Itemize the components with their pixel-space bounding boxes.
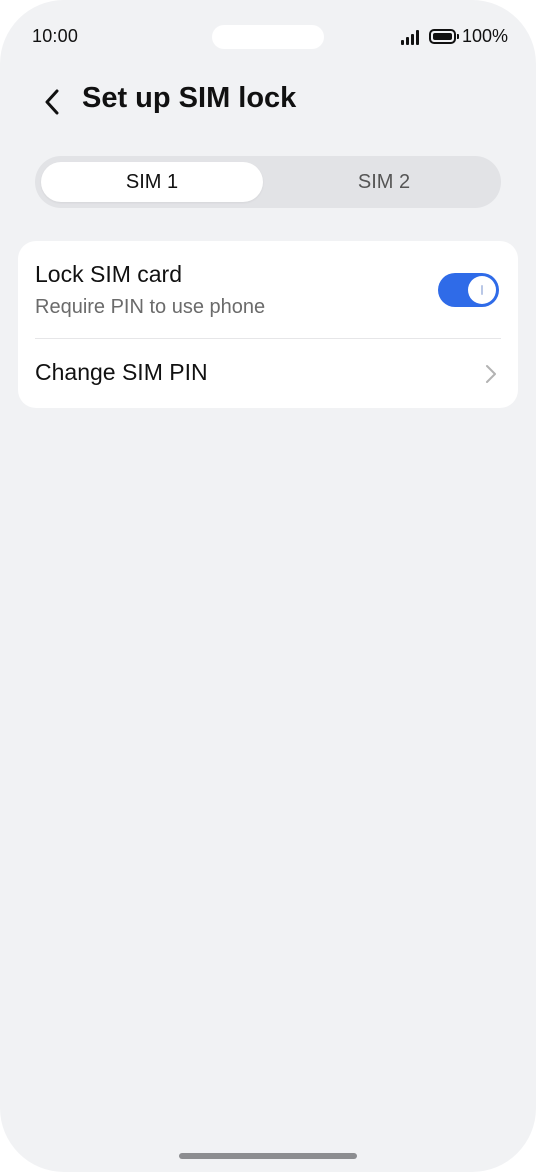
lock-sim-subtitle: Require PIN to use phone xyxy=(35,296,266,318)
sim-settings-card: Lock SIM card Require PIN to use phone C… xyxy=(18,241,518,408)
chevron-left-icon xyxy=(45,89,59,115)
signal-icon xyxy=(400,29,419,45)
battery-percent: 100% xyxy=(461,26,508,46)
change-sim-pin-title: Change SIM PIN xyxy=(35,359,208,385)
back-button[interactable] xyxy=(30,80,74,124)
chevron-right-icon xyxy=(486,365,496,383)
toggle-knob xyxy=(468,276,496,304)
lock-sim-toggle[interactable] xyxy=(438,273,499,307)
lock-sim-row[interactable]: Lock SIM card Require PIN to use phone xyxy=(18,241,518,338)
change-sim-pin-row[interactable]: Change SIM PIN xyxy=(18,339,518,408)
status-icons: 100% xyxy=(400,26,508,47)
home-indicator[interactable] xyxy=(179,1153,357,1159)
sim-tab-bar: SIM 1 SIM 2 xyxy=(35,156,501,208)
status-time: 10:00 xyxy=(32,26,79,46)
battery-icon xyxy=(428,29,459,44)
tab-sim-1[interactable]: SIM 1 xyxy=(41,162,263,202)
tab-sim-2[interactable]: SIM 2 xyxy=(273,162,495,202)
camera-notch xyxy=(212,25,324,49)
page-title: Set up SIM lock xyxy=(82,82,297,114)
lock-sim-title: Lock SIM card xyxy=(35,261,182,287)
phone-screen: 10:00 100% Set up SIM lock SIM 1 SIM 2 L… xyxy=(0,0,536,1172)
